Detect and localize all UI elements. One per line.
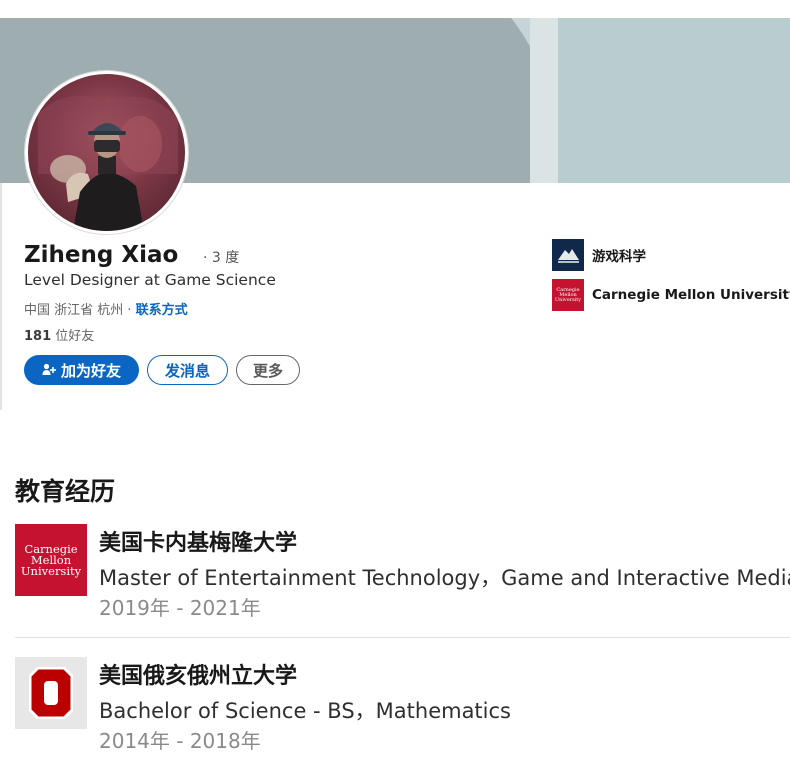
top-education[interactable]: Carnegie Mellon University Carnegie Mell… [552, 279, 790, 311]
contact-info-link[interactable]: 联系方式 [136, 303, 188, 318]
education-degree: Master of Entertainment Technology，Game … [99, 566, 790, 590]
cmu-logo-text: University [554, 296, 582, 303]
ohio-state-block-o-logo[interactable] [15, 657, 87, 729]
connections-label: 位好友 [51, 329, 95, 344]
top-education-name: Carnegie Mellon University [592, 287, 790, 303]
more-button[interactable]: 更多 [236, 355, 300, 385]
cmu-logo[interactable]: Carnegie Mellon University [15, 524, 87, 596]
education-degree: Bachelor of Science - BS，Mathematics [99, 699, 511, 723]
banner-stripe [530, 18, 558, 183]
message-button[interactable]: 发消息 [147, 355, 228, 385]
location-text: 中国 浙江省 杭州 [24, 303, 124, 318]
block-o-icon [29, 667, 73, 719]
add-person-icon [42, 363, 56, 377]
avatar-photo [28, 96, 178, 231]
connect-button-label: 加为好友 [60, 361, 121, 380]
game-science-logo [552, 239, 584, 271]
location-row: 中国 浙江省 杭州 · 联系方式 [24, 299, 188, 318]
profile-name: Ziheng Xiao [24, 242, 179, 268]
current-company[interactable]: 游戏科学 [552, 239, 646, 271]
connection-degree: · 3 度 [203, 250, 240, 266]
education-school[interactable]: 美国卡内基梅隆大学 [99, 525, 297, 557]
connect-button[interactable]: 加为好友 [24, 355, 139, 385]
cmu-logo-text: University [20, 563, 82, 578]
education-years: 2014年 - 2018年 [99, 729, 261, 753]
profile-page: Ziheng Xiao · 3 度 Level Designer at Game… [0, 0, 790, 761]
location-separator: · [123, 303, 136, 318]
banner-panel [558, 18, 790, 183]
education-years: 2019年 - 2021年 [99, 596, 261, 620]
current-company-name: 游戏科学 [592, 249, 646, 265]
education-school[interactable]: 美国俄亥俄州立大学 [99, 658, 297, 690]
card-border [0, 183, 2, 410]
connections-number: 181 [24, 329, 52, 344]
avatar[interactable] [25, 71, 188, 234]
divider [15, 637, 790, 638]
education-section-title: 教育经历 [15, 477, 116, 506]
profile-card: Ziheng Xiao · 3 度 Level Designer at Game… [0, 18, 790, 410]
cmu-logo: Carnegie Mellon University [552, 279, 584, 311]
profile-headline: Level Designer at Game Science [24, 271, 276, 289]
connections-count[interactable]: 181 位好友 [24, 325, 94, 344]
